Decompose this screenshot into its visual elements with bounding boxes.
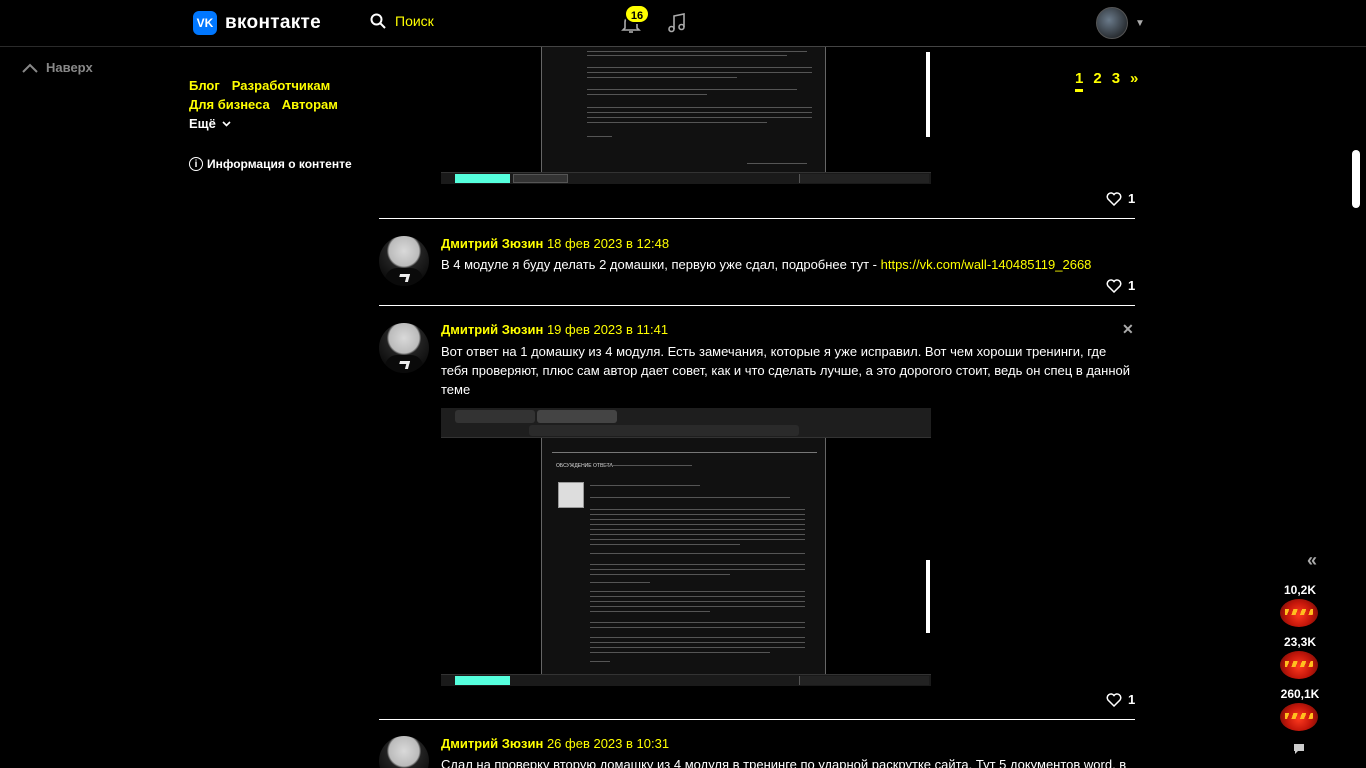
post-date[interactable]: 19 фев 2023 в 11:41 <box>547 322 668 337</box>
post-text: Сдал на проверку вторую домашку из 4 мод… <box>441 757 1127 768</box>
heart-icon <box>1106 191 1122 206</box>
footer-links: Блог Разработчикам Для бизнеса Авторам Е… <box>189 76 338 133</box>
reaction-sticker[interactable]: 23,3K <box>1280 635 1320 679</box>
link-authors[interactable]: Авторам <box>282 95 338 114</box>
back-to-top-label: Наверх <box>46 60 93 75</box>
back-to-top-button[interactable]: Наверх <box>22 60 93 75</box>
info-icon: i <box>189 157 203 171</box>
reaction-sticker[interactable]: 10,2K <box>1280 583 1320 627</box>
chevron-down-icon <box>222 120 231 127</box>
reaction-count: 10,2K <box>1283 583 1317 597</box>
link-business[interactable]: Для бизнеса <box>189 95 270 114</box>
post-header: Дмитрий Зюзин 26 фев 2023 в 10:31 <box>441 736 669 751</box>
fire-sticker-icon <box>1280 703 1318 731</box>
post-screenshot-image[interactable] <box>441 47 931 184</box>
like-count: 1 <box>1128 692 1136 707</box>
like-count: 1 <box>1128 278 1136 293</box>
fire-sticker-icon <box>1280 651 1318 679</box>
search-icon <box>370 13 386 29</box>
author-avatar[interactable] <box>379 736 429 768</box>
content-info-label: Информация о контенте <box>207 157 352 171</box>
heart-icon <box>1106 692 1122 707</box>
page-2[interactable]: 2 <box>1093 70 1101 92</box>
page-3[interactable]: 3 <box>1112 70 1120 92</box>
like-button[interactable]: 1 <box>1106 191 1135 206</box>
author-name[interactable]: Дмитрий Зюзин <box>441 322 543 337</box>
author-name[interactable]: Дмитрий Зюзин <box>441 736 543 751</box>
reaction-count: 260,1K <box>1280 687 1320 701</box>
chat-bubble-icon[interactable] <box>1292 742 1306 756</box>
heart-icon <box>1106 278 1122 293</box>
post-text-body: В 4 модуле я буду делать 2 домашки, перв… <box>441 257 881 272</box>
post-date[interactable]: 26 фев 2023 в 10:31 <box>547 736 669 751</box>
like-count: 1 <box>1128 191 1136 206</box>
author-avatar[interactable] <box>379 236 429 286</box>
like-button[interactable]: 1 <box>1106 692 1135 707</box>
reaction-count: 23,3K <box>1283 635 1317 649</box>
post-header: Дмитрий Зюзин 19 фев 2023 в 11:41 <box>441 322 668 337</box>
like-button[interactable]: 1 <box>1106 278 1135 293</box>
post-header: Дмитрий Зюзин 18 фев 2023 в 12:48 <box>441 236 669 251</box>
post-divider <box>379 305 1135 306</box>
post-text: Вот ответ на 1 домашку из 4 модуля. Есть… <box>441 344 1130 397</box>
content-info-link[interactable]: i Информация о контенте <box>189 157 352 171</box>
top-header: VK вконтакте Поиск 16 ▼ <box>0 0 1366 47</box>
pagination: 1 2 3 » <box>1075 70 1138 92</box>
page-1[interactable]: 1 <box>1075 70 1084 92</box>
fire-sticker-icon <box>1280 599 1318 627</box>
search-placeholder: Поиск <box>395 13 434 29</box>
post-text: В 4 модуле я буду делать 2 домашки, перв… <box>441 255 1131 274</box>
page-next[interactable]: » <box>1130 70 1138 92</box>
link-blog[interactable]: Блог <box>189 76 220 95</box>
vk-logo[interactable]: VK вконтакте <box>193 11 321 35</box>
post-divider <box>379 218 1135 219</box>
page-scrollbar[interactable] <box>1352 150 1360 208</box>
reaction-sticker[interactable]: 260,1K <box>1280 687 1320 731</box>
collapse-panel-icon[interactable]: « <box>1307 550 1317 571</box>
more-label: Ещё <box>189 116 216 131</box>
author-name[interactable]: Дмитрий Зюзин <box>441 236 543 251</box>
more-menu[interactable]: Ещё <box>189 114 338 133</box>
user-avatar[interactable] <box>1096 7 1128 39</box>
post-screenshot-image[interactable]: ОБСУЖДЕНИЕ ОТВЕТА <box>441 408 931 686</box>
header-inner: VK вконтакте Поиск 16 ▼ <box>180 0 1170 47</box>
close-icon[interactable]: ✕ <box>1122 321 1134 338</box>
logo-text: вконтакте <box>225 12 321 33</box>
discussion-heading: ОБСУЖДЕНИЕ ОТВЕТА <box>556 463 613 469</box>
post-link[interactable]: https://vk.com/wall-140485119_2668 <box>881 257 1092 272</box>
link-developers[interactable]: Разработчикам <box>232 76 330 95</box>
post-date[interactable]: 18 фев 2023 в 12:48 <box>547 236 669 251</box>
vk-logo-icon: VK <box>193 11 217 35</box>
music-icon[interactable] <box>666 12 688 34</box>
search-field[interactable]: Поиск <box>370 13 434 29</box>
author-avatar[interactable] <box>379 323 429 373</box>
post-divider <box>379 719 1135 720</box>
chevron-down-icon[interactable]: ▼ <box>1135 18 1145 29</box>
chevron-up-icon <box>22 63 38 73</box>
notifications-badge: 16 <box>624 4 650 24</box>
